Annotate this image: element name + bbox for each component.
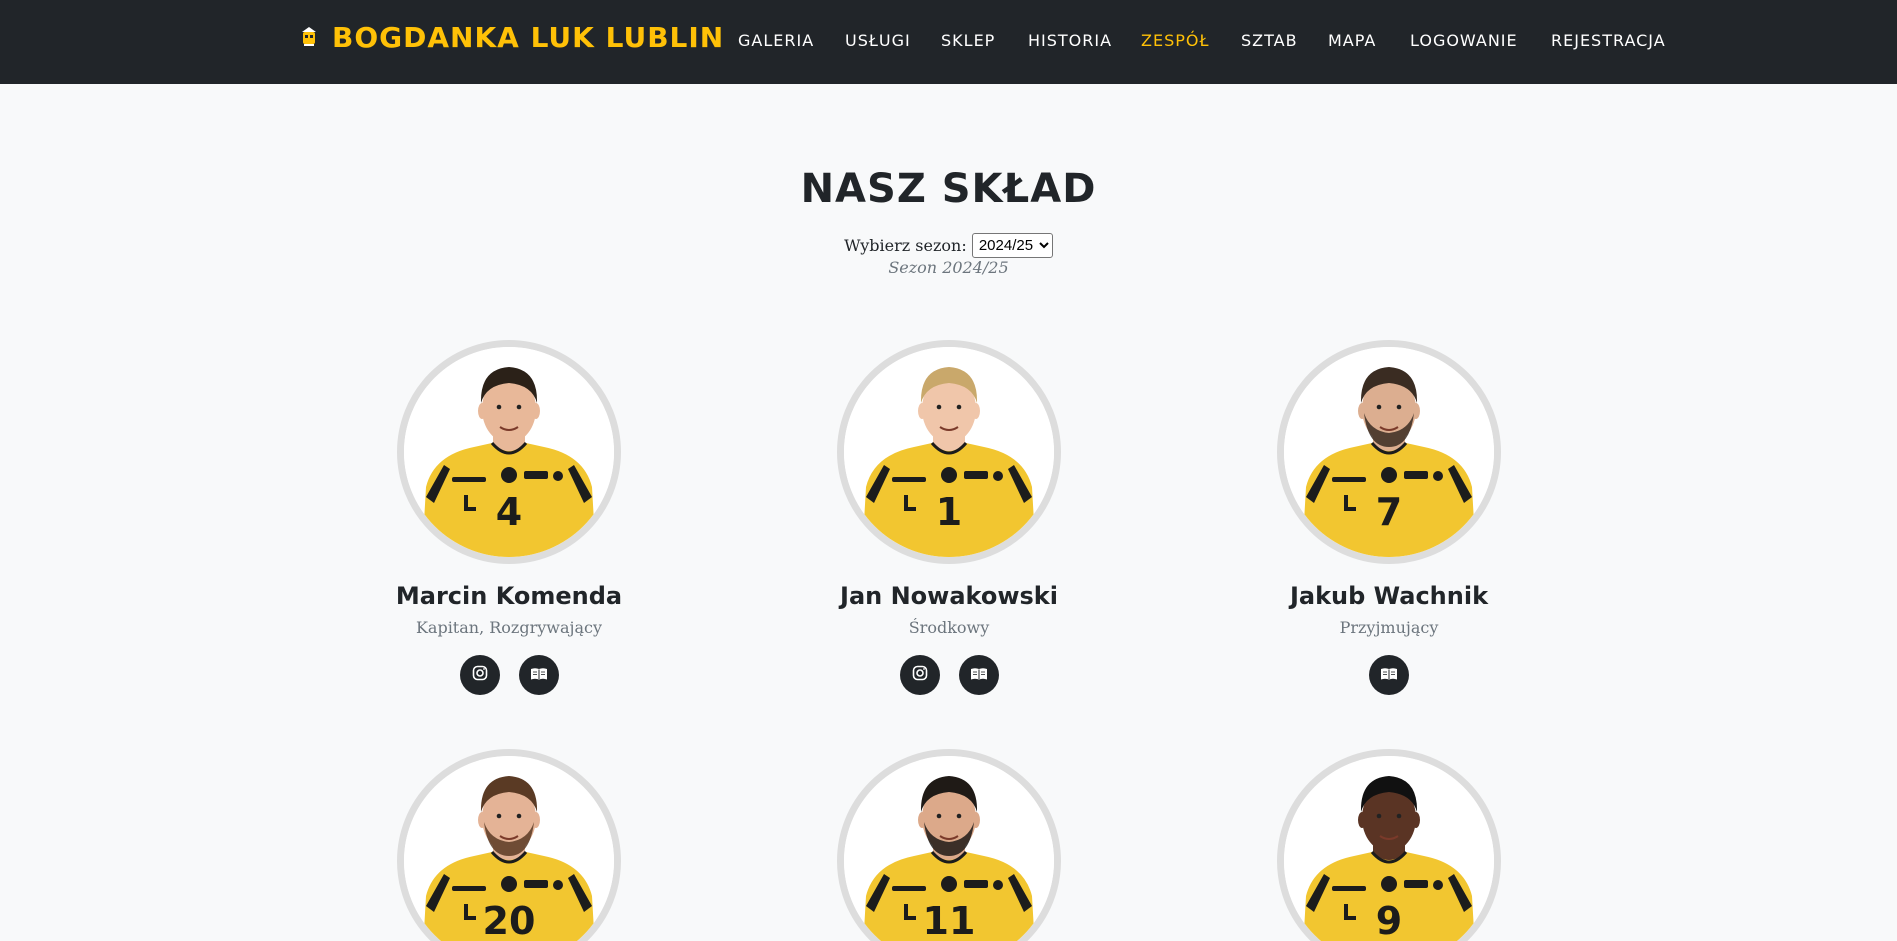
player-photo[interactable]: 9: [1277, 749, 1501, 941]
svg-text:7: 7: [1376, 490, 1402, 534]
nav-mapa[interactable]: MAPA: [1328, 31, 1376, 50]
player-portrait-icon: 11: [844, 756, 1054, 941]
svg-text:20: 20: [483, 899, 536, 941]
navbar: BOGDANKA LUK LUBLIN GALERIA USŁUGI SKLEP…: [0, 0, 1897, 84]
player-portrait-icon: 4: [404, 347, 614, 557]
player-card: 4 Marcin Komenda Kapitan, Rozgrywający: [309, 340, 709, 695]
bio-button[interactable]: [1369, 655, 1409, 695]
season-selector: Wybierz sezon: 2024/25: [0, 233, 1897, 258]
player-photo[interactable]: 11: [837, 749, 1061, 941]
season-select[interactable]: 2024/25: [971, 233, 1053, 258]
player-photo[interactable]: 1: [837, 340, 1061, 564]
player-links: [309, 655, 709, 695]
player-photo[interactable]: 7: [1277, 340, 1501, 564]
svg-text:11: 11: [923, 899, 976, 941]
nav-rejestracja[interactable]: REJESTRACJA: [1551, 31, 1666, 50]
player-name: Jan Nowakowski: [840, 582, 1058, 610]
player-photo[interactable]: 20: [397, 749, 621, 941]
book-icon: [970, 666, 988, 685]
nav-uslugi[interactable]: USŁUGI: [845, 31, 911, 50]
nav-galeria[interactable]: GALERIA: [738, 31, 814, 50]
season-subtitle: Sezon 2024/25: [888, 258, 1009, 277]
player-card: 7 Jakub Wachnik Przyjmujący: [1189, 340, 1589, 695]
player-portrait-icon: 7: [1284, 347, 1494, 557]
player-card: 9: [1189, 749, 1589, 941]
nav-logowanie[interactable]: LOGOWANIE: [1410, 31, 1518, 50]
svg-text:1: 1: [936, 490, 962, 534]
instagram-button[interactable]: [899, 655, 940, 695]
player-role: Przyjmujący: [1339, 618, 1439, 637]
player-role: Kapitan, Rozgrywający: [415, 618, 603, 637]
svg-text:4: 4: [496, 490, 522, 534]
instagram-button[interactable]: [459, 655, 500, 695]
player-name: Marcin Komenda: [395, 582, 623, 610]
player-role: Środkowy: [908, 618, 990, 637]
book-icon: [1380, 666, 1398, 685]
instagram-icon: [472, 665, 488, 685]
player-card: 11: [749, 749, 1149, 941]
brand-link[interactable]: BOGDANKA LUK LUBLIN: [300, 20, 724, 54]
player-card: 1 Jan Nowakowski Środkowy: [749, 340, 1149, 695]
season-label: Wybierz sezon:: [844, 236, 967, 255]
player-portrait-icon: 20: [404, 756, 614, 941]
nav-sztab[interactable]: SZTAB: [1241, 31, 1298, 50]
player-name: Jakub Wachnik: [1289, 582, 1489, 610]
player-portrait-icon: 9: [1284, 756, 1494, 941]
nav-zespol[interactable]: ZESPÓŁ: [1141, 31, 1209, 50]
player-links: [1189, 655, 1589, 695]
book-icon: [530, 666, 548, 685]
player-links: [749, 655, 1149, 695]
bio-button[interactable]: [518, 655, 559, 695]
bio-button[interactable]: [958, 655, 999, 695]
club-logo-icon: [300, 26, 318, 48]
nav-sklep[interactable]: SKLEP: [941, 31, 995, 50]
brand-name: BOGDANKA LUK LUBLIN: [332, 20, 725, 54]
page-title: NASZ SKŁAD: [800, 166, 1097, 212]
player-photo[interactable]: 4: [397, 340, 621, 564]
svg-text:9: 9: [1376, 899, 1402, 941]
player-portrait-icon: 1: [844, 347, 1054, 557]
player-card: 20: [309, 749, 709, 941]
instagram-icon: [912, 665, 928, 685]
nav-historia[interactable]: HISTORIA: [1028, 31, 1112, 50]
